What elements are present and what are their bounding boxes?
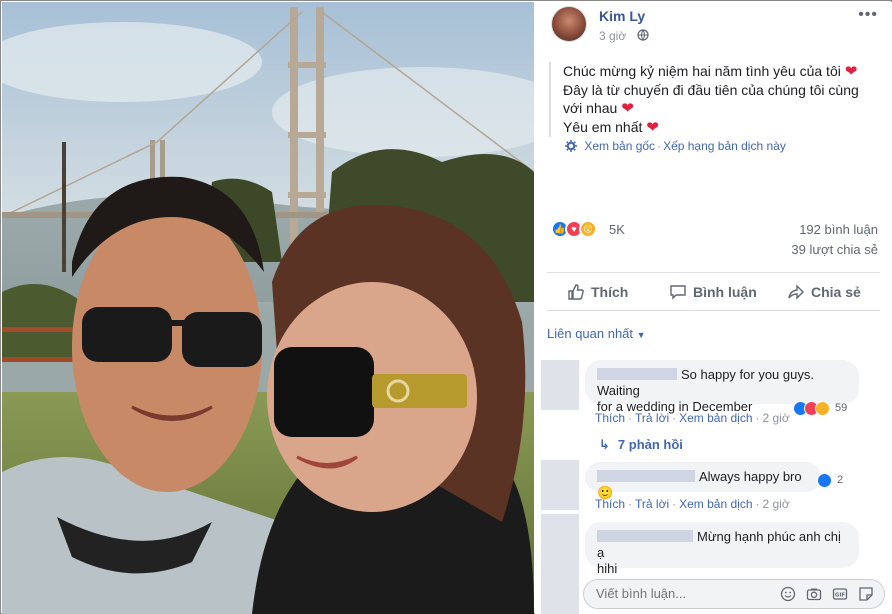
- comments-count[interactable]: 192 bình luận: [799, 222, 878, 237]
- commenter-name[interactable]: [597, 530, 693, 542]
- post-time[interactable]: 3 giờ: [599, 29, 626, 43]
- comment-sort-dropdown[interactable]: Liên quan nhất ▼: [547, 326, 646, 341]
- like-reaction-icon: [817, 473, 832, 488]
- shares-count[interactable]: 39 lượt chia sẻ: [791, 242, 878, 257]
- wow-reaction-icon: 😮: [579, 220, 597, 238]
- caption-line: với nhau: [563, 100, 618, 116]
- comment-button[interactable]: Bình luận: [669, 283, 757, 301]
- post-caption: Chúc mừng kỷ niệm hai năm tình yêu của t…: [549, 62, 879, 137]
- globe-icon: [637, 29, 649, 41]
- comment-time[interactable]: 2 giờ: [763, 411, 790, 425]
- comment-bubble: So happy for you guys. Waiting for a wed…: [585, 360, 859, 414]
- comment-reactions[interactable]: 59: [793, 401, 863, 417]
- comment-reaction-count: 59: [835, 402, 848, 414]
- heart-icon: ❤: [646, 119, 659, 136]
- comment-like-link[interactable]: Thích: [595, 411, 625, 425]
- comment-label: Bình luận: [693, 284, 757, 300]
- more-options-icon[interactable]: •••: [858, 6, 878, 24]
- camera-icon[interactable]: [806, 586, 822, 602]
- author-avatar[interactable]: [551, 6, 587, 42]
- like-label: Thích: [591, 284, 629, 300]
- comment-meta: Thích · Trả lời · Xem bản dịch · 2 giờ: [595, 497, 790, 511]
- divider: [547, 272, 880, 273]
- heart-icon: ❤: [844, 63, 858, 80]
- author-name[interactable]: Kim Ly: [599, 8, 645, 24]
- see-original-link[interactable]: Xem bản gốc: [584, 139, 655, 153]
- commenter-avatar[interactable]: [541, 360, 579, 410]
- gif-icon[interactable]: GIF: [832, 586, 848, 602]
- caption-line: Đây là từ chuyến đi đầu tiên của chúng t…: [563, 82, 859, 98]
- comment-composer[interactable]: GIF: [583, 579, 885, 609]
- share-label: Chia sẻ: [811, 284, 861, 300]
- separator: ·: [657, 139, 662, 153]
- reaction-count[interactable]: 5K: [609, 222, 625, 237]
- post-details-panel: Kim Ly 3 giờ ••• Chúc mừng kỷ niệm hai n…: [535, 2, 892, 614]
- caret-down-icon: ▼: [636, 330, 646, 340]
- comment-meta: Thích · Trả lời · Xem bản dịch · 2 giờ: [595, 411, 790, 425]
- svg-text:GIF: GIF: [835, 593, 846, 599]
- share-button[interactable]: Chia sẻ: [787, 283, 861, 301]
- comment-text: hihi: [597, 561, 618, 576]
- caption-line: Chúc mừng kỷ niệm hai năm tình yêu của t…: [563, 63, 841, 79]
- comment-text: Always happy bro: [699, 469, 802, 484]
- commenter-avatar[interactable]: [541, 514, 579, 564]
- comment-reactions[interactable]: 2: [817, 473, 857, 489]
- comment-reaction-count: 2: [837, 474, 844, 486]
- share-icon: [788, 284, 804, 300]
- translation-bar: Xem bản gốc · Xếp hạng bản dịch này: [565, 139, 786, 153]
- caption-line: Yêu em nhất: [563, 119, 643, 135]
- comment-icon: [670, 285, 686, 300]
- replies-label: 7 phản hồi: [617, 437, 683, 452]
- comment-bubble: Always happy bro 🙂: [585, 462, 821, 500]
- comment-translate-link[interactable]: Xem bản dịch: [679, 411, 752, 425]
- comment-reply-link[interactable]: Trả lời: [635, 497, 669, 511]
- reply-arrow-icon: ↳: [599, 437, 610, 452]
- emoji-icon[interactable]: [780, 586, 796, 602]
- comment-like-link[interactable]: Thích: [595, 497, 625, 511]
- commenter-name[interactable]: [597, 368, 677, 380]
- divider: [547, 310, 880, 311]
- sort-label: Liên quan nhất: [547, 326, 634, 341]
- commenter-avatar[interactable]: [541, 460, 579, 510]
- comment-bubble: Mừng hạnh phúc anh chị ạ hihi: [585, 522, 859, 576]
- thumbs-up-icon: [568, 284, 584, 300]
- photo-scene: [2, 2, 534, 614]
- sticker-icon[interactable]: [858, 586, 874, 602]
- commenter-name[interactable]: [597, 470, 695, 482]
- post-photo[interactable]: [2, 2, 534, 614]
- current-user-avatar: [541, 562, 579, 614]
- comment-translate-link[interactable]: Xem bản dịch: [679, 497, 752, 511]
- gear-icon[interactable]: [565, 140, 577, 152]
- view-replies-link[interactable]: ↳ 7 phản hồi: [599, 437, 683, 453]
- like-button[interactable]: Thích: [567, 283, 628, 301]
- facebook-photo-viewer: Kim Ly 3 giờ ••• Chúc mừng kỷ niệm hai n…: [0, 0, 892, 614]
- heart-icon: ❤: [621, 100, 634, 117]
- rate-translation-link[interactable]: Xếp hạng bản dịch này: [663, 139, 786, 153]
- comment-reply-link[interactable]: Trả lời: [635, 411, 669, 425]
- comment-input[interactable]: [596, 586, 746, 601]
- comment-time[interactable]: 2 giờ: [763, 497, 790, 511]
- wow-reaction-icon: [815, 401, 830, 416]
